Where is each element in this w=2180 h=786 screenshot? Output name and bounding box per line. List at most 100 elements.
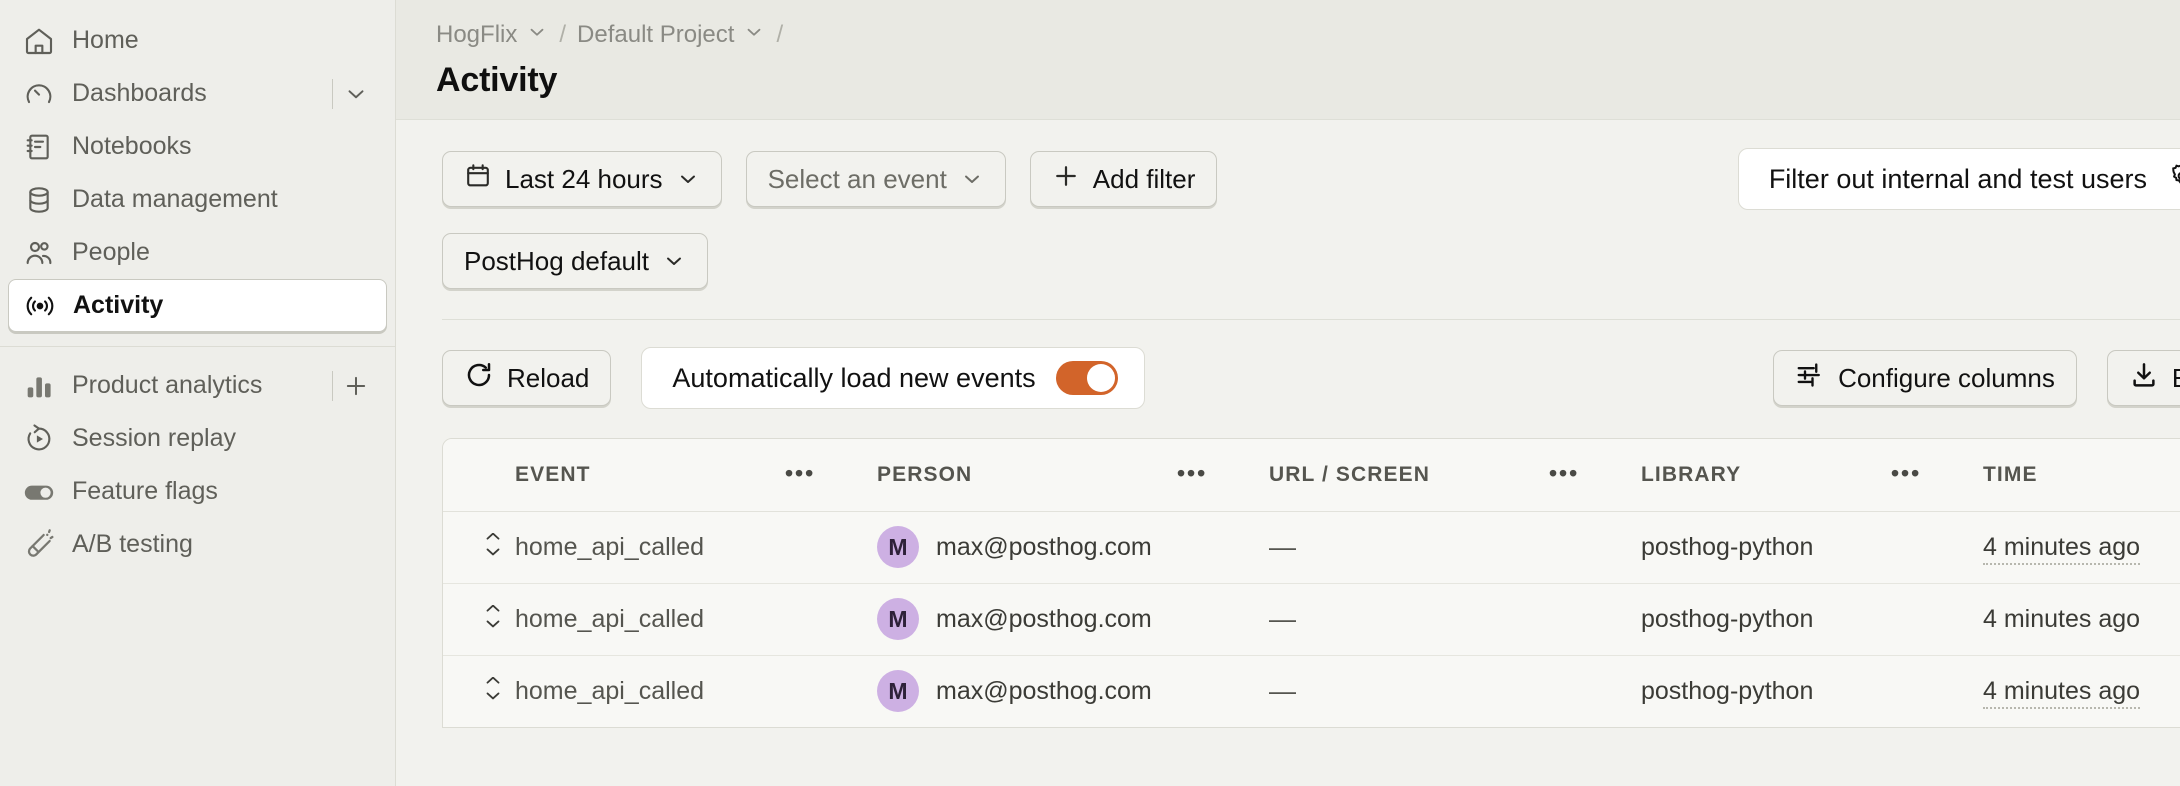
cell-library-spacer: [1891, 655, 1983, 727]
sidebar-item-activity[interactable]: Activity: [8, 279, 387, 332]
cell-library: posthog-python: [1641, 604, 1814, 633]
auto-load-events-control[interactable]: Automatically load new events: [641, 347, 1145, 409]
cell-url-spacer: [1549, 583, 1641, 656]
cell-event[interactable]: home_api_called: [515, 605, 704, 633]
plus-icon[interactable]: [339, 372, 373, 400]
expand-collapse-icon[interactable]: [471, 533, 515, 561]
table-head: EVENT ••• PERSON ••• URL / SCREEN ••• LI…: [443, 439, 2180, 512]
chevron-down-icon[interactable]: [526, 21, 548, 50]
export-button[interactable]: Export: [2106, 350, 2180, 406]
sidebar-item-product-analytics[interactable]: Product analytics: [8, 359, 387, 412]
sidebar-item-notebooks[interactable]: Notebooks: [8, 120, 387, 173]
internal-users-filter[interactable]: Filter out internal and test users: [1737, 148, 2180, 210]
reload-label: Reload: [507, 362, 590, 393]
cell-url-spacer: [1549, 511, 1641, 584]
cell-person-spacer: [1177, 583, 1269, 656]
table-row[interactable]: home_api_called M max@posthog.com — post…: [443, 655, 2180, 727]
breadcrumb: HogFlix / Default Project /: [436, 18, 2180, 52]
cell-library-spacer: [1891, 511, 1983, 584]
col-time[interactable]: TIME: [1983, 439, 2180, 512]
cell-person[interactable]: M max@posthog.com: [877, 655, 1177, 727]
sidebar-item-label: Data management: [72, 185, 278, 213]
reload-button[interactable]: Reload: [442, 350, 612, 406]
auto-load-events-toggle[interactable]: [1055, 361, 1118, 395]
divider: [332, 370, 333, 401]
auto-load-events-label: Automatically load new events: [672, 362, 1036, 393]
sidebar-item-session-replay[interactable]: Session replay: [8, 412, 387, 465]
cell-person[interactable]: M max@posthog.com: [877, 583, 1177, 656]
notebook-icon: [22, 130, 56, 164]
cell-person[interactable]: M max@posthog.com: [877, 511, 1177, 584]
gear-icon[interactable]: [2167, 161, 2180, 198]
plus-icon: [1052, 162, 1080, 197]
cell-time[interactable]: 4 minutes ago: [1983, 676, 2141, 709]
date-range-button[interactable]: Last 24 hours: [442, 151, 722, 207]
sidebar-item-label: Home: [72, 26, 139, 54]
sidebar-item-dashboards[interactable]: Dashboards: [8, 67, 387, 120]
col-person-menu[interactable]: •••: [1177, 439, 1269, 512]
activity-broadcast-icon: [23, 289, 57, 323]
event-select-button[interactable]: Select an event: [745, 151, 1006, 207]
table-toolbar: Reload Automatically load new events Con…: [396, 320, 2180, 409]
internal-users-label: Filter out internal and test users: [1768, 163, 2147, 194]
database-icon: [22, 183, 56, 217]
cell-time[interactable]: 4 minutes ago: [1983, 532, 2141, 565]
col-url-menu[interactable]: •••: [1549, 439, 1641, 512]
calendar-icon: [464, 162, 492, 197]
chevron-down-icon: [676, 167, 700, 191]
sidebar-item-home[interactable]: Home: [8, 14, 387, 67]
more-options-icon[interactable]: •••: [1891, 460, 1921, 486]
cell-person-email[interactable]: max@posthog.com: [936, 677, 1152, 706]
table-row[interactable]: home_api_called M max@posthog.com — post…: [443, 583, 2180, 656]
breadcrumb-separator-trailing: /: [776, 21, 784, 48]
more-options-icon[interactable]: •••: [1549, 460, 1579, 486]
row-expand-handle[interactable]: [443, 583, 515, 656]
sidebar-item-label: Activity: [73, 291, 164, 319]
expand-collapse-icon[interactable]: [471, 605, 515, 633]
chevron-down-icon[interactable]: [743, 21, 765, 50]
row-expand-handle[interactable]: [443, 511, 515, 584]
test-account-preset-button[interactable]: PostHog default: [442, 233, 709, 289]
cell-event[interactable]: home_api_called: [515, 533, 704, 561]
sidebar-item-ab-testing[interactable]: A/B testing: [8, 518, 387, 571]
chevron-down-icon[interactable]: [339, 81, 373, 107]
table-row[interactable]: home_api_called M max@posthog.com — post…: [443, 511, 2180, 584]
row-expand-handle[interactable]: [443, 655, 515, 727]
breadcrumb-project[interactable]: Default Project: [577, 21, 765, 50]
configure-columns-button[interactable]: Configure columns: [1773, 350, 2077, 406]
col-url[interactable]: URL / SCREEN: [1269, 439, 1549, 512]
sidebar-item-label: People: [72, 238, 150, 266]
col-event[interactable]: EVENT: [515, 439, 785, 512]
cell-person-email[interactable]: max@posthog.com: [936, 605, 1152, 634]
add-filter-button[interactable]: Add filter: [1029, 151, 1218, 207]
col-library[interactable]: LIBRARY: [1641, 439, 1891, 512]
breadcrumb-separator: /: [559, 21, 567, 48]
sidebar-item-label: Product analytics: [72, 371, 263, 399]
sidebar-item-label: Feature flags: [72, 477, 218, 505]
sliders-icon: [1795, 360, 1825, 397]
sidebar-item-people[interactable]: People: [8, 226, 387, 279]
cell-url: —: [1269, 675, 1296, 706]
col-library-menu[interactable]: •••: [1891, 439, 1983, 512]
people-icon: [22, 236, 56, 270]
more-options-icon[interactable]: •••: [785, 460, 815, 486]
cell-person-spacer: [1177, 511, 1269, 584]
dashboard-gauge-icon: [22, 77, 56, 111]
more-options-icon[interactable]: •••: [1177, 460, 1207, 486]
replay-icon: [22, 422, 56, 456]
breadcrumb-org[interactable]: HogFlix: [436, 21, 548, 50]
cell-library: posthog-python: [1641, 676, 1814, 705]
refresh-icon: [464, 360, 494, 397]
sidebar-item-data-management[interactable]: Data management: [8, 173, 387, 226]
sidebar-item-tail: [332, 78, 373, 109]
cell-event[interactable]: home_api_called: [515, 677, 704, 705]
col-person[interactable]: PERSON: [877, 439, 1177, 512]
col-event-menu[interactable]: •••: [785, 439, 877, 512]
cell-url: —: [1269, 531, 1296, 562]
cell-person-email[interactable]: max@posthog.com: [936, 533, 1152, 562]
cell-time[interactable]: 4 minutes ago: [1983, 605, 2140, 633]
app-root: Home Dashboards Notebooks Data managemen…: [0, 0, 2180, 786]
cell-event-spacer: [785, 655, 877, 727]
sidebar-item-feature-flags[interactable]: Feature flags: [8, 465, 387, 518]
expand-collapse-icon[interactable]: [471, 677, 515, 705]
